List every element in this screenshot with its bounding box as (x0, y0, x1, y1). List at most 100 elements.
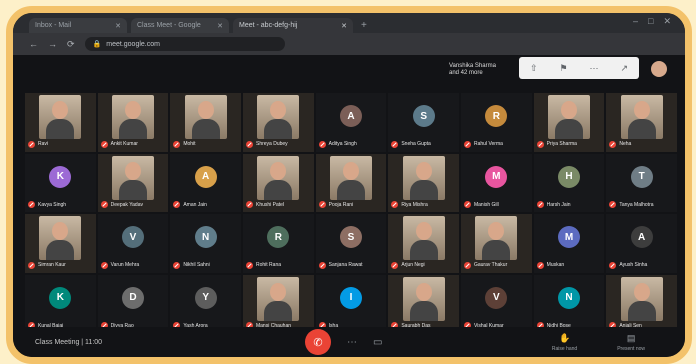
participant-tile[interactable]: I Isha (315, 274, 387, 333)
participant-tile[interactable]: Khushi Patel (242, 153, 314, 212)
participant-tile[interactable]: T Tanya Malhotra (606, 153, 677, 212)
participant-tile[interactable]: M Muskan (533, 214, 605, 273)
participant-tile[interactable]: D Divya Rao (97, 274, 169, 333)
participant-tile[interactable]: A Ayush Sinha (606, 214, 677, 273)
presenter-panel: Vanshika Sharma and 42 more ⇧ ⚑ ⋯ ↗ (449, 57, 667, 79)
participant-label: Mohit (173, 140, 196, 148)
participant-tile[interactable]: Deepak Yadav (97, 153, 169, 212)
participant-label: Shreya Dubey (245, 140, 288, 148)
present-now-button[interactable]: ▤ Present now (617, 333, 645, 352)
participant-label: Muskan (536, 261, 564, 269)
captions-button[interactable]: ▭ (373, 337, 382, 348)
more-icon[interactable]: ⋯ (590, 63, 599, 74)
meeting-details[interactable]: Class Meeting | 11:00 (35, 339, 235, 346)
participant-tile[interactable]: Ankit Kumar (97, 93, 169, 152)
expand-icon[interactable]: ↗ (620, 63, 628, 74)
participant-tile[interactable]: Neha (606, 93, 677, 152)
participant-label: Ayush Sinha (609, 261, 647, 269)
participant-name: Sanjana Rawat (328, 262, 363, 268)
participant-label: Rohit Rana (245, 261, 281, 269)
participant-label: Varun Mehra (100, 261, 139, 269)
participant-tile[interactable]: A Aditya Singh (315, 93, 387, 152)
reload-icon[interactable]: ⟳ (67, 39, 75, 50)
url-field[interactable]: 🔒 meet.google.com (84, 37, 285, 51)
close-window-button[interactable]: ✕ (663, 16, 671, 27)
participant-label: Sanjana Rawat (318, 261, 363, 269)
participant-label: Priya Sharma (536, 140, 577, 148)
participant-label: Aditya Singh (318, 140, 357, 148)
participant-tile[interactable]: M Manish Gill (460, 153, 532, 212)
participant-tile[interactable]: K Kunal Bajaj (25, 274, 96, 333)
avatar: S (412, 105, 435, 127)
back-icon[interactable]: ← (29, 39, 38, 49)
participant-tile[interactable]: Shreya Dubey (242, 93, 314, 152)
participant-label: Kavya Singh (28, 201, 66, 208)
avatar: T (630, 165, 653, 188)
participant-label: Rahul Verma (463, 140, 503, 148)
presenter-controls: ⇧ ⚑ ⋯ ↗ (519, 57, 639, 79)
participant-tile[interactable]: Simran Kaur (25, 214, 96, 273)
avatar: H (557, 165, 580, 188)
participant-label: Ravi (28, 140, 49, 148)
raise-hand-button[interactable]: ✋ Raise hand (552, 333, 577, 352)
browser-tab-active[interactable]: Meet - abc-defg-hij ✕ (233, 18, 353, 33)
participant-tile[interactable]: Saurabh Das (388, 274, 459, 333)
browser-tab[interactable]: Inbox - Mail ✕ (29, 18, 127, 33)
mic-off-icon (391, 201, 399, 208)
participant-tile[interactable]: Gaurav Thakur (460, 214, 532, 273)
participant-tile[interactable]: Arjun Negi (388, 214, 459, 273)
participant-tile[interactable]: S Sneha Gupta (388, 93, 459, 152)
mic-off-icon (391, 140, 399, 148)
participant-tile[interactable]: K Kavya Singh (25, 153, 96, 212)
participant-tile[interactable]: V Varun Mehra (97, 214, 169, 273)
end-call-button[interactable]: ✆ (305, 329, 331, 355)
participant-tile[interactable]: Mohit (170, 93, 241, 152)
participant-tile[interactable]: N Nidhi Bose (533, 274, 605, 333)
participant-name: Deepak Yadav (110, 201, 143, 208)
mic-off-icon (391, 261, 399, 269)
participant-tile[interactable]: H Harsh Jain (533, 153, 605, 212)
participant-tile[interactable]: S Sanjana Rawat (315, 214, 387, 273)
participant-tile[interactable]: R Rahul Verma (460, 93, 532, 152)
avatar: V (485, 286, 508, 309)
close-icon[interactable]: ✕ (341, 22, 347, 30)
participant-tile[interactable]: Y Yash Arora (170, 274, 241, 333)
participant-tile[interactable]: A Aman Jain (170, 153, 241, 212)
close-icon[interactable]: ✕ (115, 22, 121, 30)
avatar[interactable] (651, 61, 667, 77)
participant-tile[interactable]: Anjali Sen (606, 274, 677, 333)
participant-tile[interactable]: N Nikhil Sahni (170, 214, 241, 273)
avatar: N (194, 226, 217, 248)
participant-name: Riya Mishra (401, 201, 428, 208)
flag-icon[interactable]: ⚑ (559, 63, 567, 74)
participant-tile[interactable]: Pooja Rani (315, 153, 387, 212)
participant-tile[interactable]: Priya Sharma (533, 93, 605, 152)
participant-name: Aditya Singh (328, 141, 357, 147)
mic-off-icon (463, 201, 471, 208)
window-controls: – □ ✕ (633, 16, 671, 27)
participant-name: Ravi (38, 141, 49, 147)
forward-icon[interactable]: → (48, 39, 57, 49)
mic-off-icon (536, 201, 544, 208)
participant-name: Tanya Malhotra (619, 201, 654, 208)
participant-tile[interactable]: Mansi Chauhan (242, 274, 314, 333)
browser-tab[interactable]: Class Meet - Google ✕ (131, 18, 229, 33)
close-icon[interactable]: ✕ (217, 22, 223, 30)
participant-tile[interactable]: R Rohit Rana (242, 214, 314, 273)
participant-name: Shreya Dubey (255, 141, 288, 147)
more-options-button[interactable]: ⋯ (347, 337, 357, 348)
participant-tile[interactable]: Ravi (25, 93, 96, 152)
participant-name: Gaurav Thakur (473, 262, 508, 268)
mic-off-icon (245, 261, 253, 269)
participant-label: Arjun Negi (391, 261, 425, 269)
participant-name: Sneha Gupta (401, 141, 431, 147)
minimize-button[interactable]: – (633, 16, 638, 27)
participant-tile[interactable]: V Vishal Kumar (460, 274, 532, 333)
participant-video (547, 95, 590, 139)
participant-label: Sneha Gupta (391, 140, 431, 148)
avatar: A (339, 105, 362, 127)
share-icon[interactable]: ⇧ (530, 63, 538, 74)
new-tab-button[interactable]: + (361, 18, 367, 33)
participant-tile[interactable]: Riya Mishra (388, 153, 459, 212)
maximize-button[interactable]: □ (648, 16, 653, 27)
